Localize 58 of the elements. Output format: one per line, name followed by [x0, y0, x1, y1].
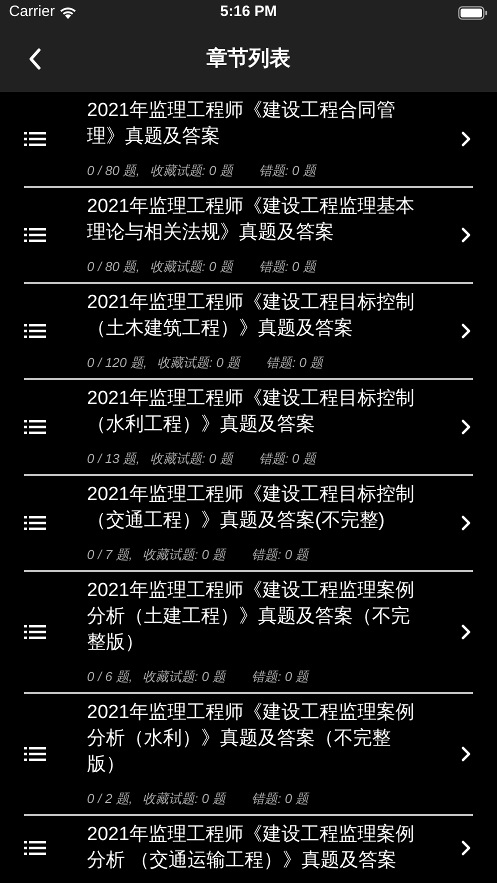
favorites-count: 收藏试题: 0 题 [150, 162, 233, 180]
favorites-count: 收藏试题: 0 题 [142, 546, 226, 564]
status-time: 5:16 PM [220, 2, 277, 22]
wrong-count: 错题: 0 题 [252, 546, 309, 564]
chapter-row[interactable]: 2021年监理工程师《建设工程监理案例分析（土建工程）》真题及答案（不完整版） 0 / 6 题, 收藏试题: 0 题 错题: 0 题 [0, 572, 497, 692]
wrong-count: 错题: 0 题 [266, 354, 324, 372]
chapter-title: 2021年监理工程师《建设工程目标控制（水利工程）》真题及答案 [87, 387, 416, 437]
chapter-row[interactable]: 2021年监理工程师《建设工程目标控制（交通工程）》真题及答案(不完整) 0 / 7 题, 收藏试题: 0 题 错题: 0 题 [0, 476, 497, 570]
chevron-right-icon [461, 131, 471, 147]
chapter-title: 2021年监理工程师《建设工程合同管理》真题及答案 [87, 99, 396, 149]
wifi-icon [58, 6, 77, 19]
progress-count: 0 / 6 题, [87, 668, 133, 686]
chapter-title: 2021年监理工程师《建设工程目标控制（土木建筑工程）》真题及答案 [87, 291, 416, 341]
chevron-right-icon [461, 840, 471, 856]
page-title: 章节列表 [206, 46, 290, 72]
chapter-row[interactable]: 2021年监理工程师《建设工程监理案例分析 （交通运输工程）》真题及答案 [0, 816, 497, 880]
list-icon [24, 625, 46, 639]
list-icon [24, 420, 46, 434]
wrong-count: 错题: 0 题 [258, 450, 316, 468]
wrong-count: 错题: 0 题 [258, 258, 316, 276]
chevron-right-icon [461, 746, 471, 762]
chevron-right-icon [461, 419, 471, 435]
progress-count: 0 / 80 题, [87, 162, 140, 180]
chapter-row[interactable]: 2021年监理工程师《建设工程监理基本理论与相关法规》真题及答案 0 / 80 题, 收藏试题: 0 题 错题: 0 题 [0, 188, 497, 282]
favorites-count: 收藏试题: 0 题 [150, 450, 233, 468]
wrong-count: 错题: 0 题 [258, 162, 316, 180]
progress-count: 0 / 120 题, [87, 354, 147, 372]
chapter-title: 2021年监理工程师《建设工程监理案例分析 （交通运输工程）》真题及答案 [87, 822, 416, 873]
chevron-right-icon [461, 515, 471, 531]
list-icon [24, 228, 46, 242]
favorites-count: 收藏试题: 0 题 [156, 354, 240, 372]
chapter-title: 2021年监理工程师《建设工程监理案例分析（水利）》真题及答案（不完整版） [87, 700, 416, 777]
chapter-title: 2021年监理工程师《建设工程监理案例分析（土建工程）》真题及答案（不完整版） [87, 578, 416, 655]
favorites-count: 收藏试题: 0 题 [142, 790, 226, 808]
progress-count: 0 / 2 题, [87, 790, 133, 808]
chapter-title: 2021年监理工程师《建设工程目标控制（交通工程）》真题及答案(不完整) [87, 483, 416, 533]
wrong-count: 错题: 0 题 [252, 790, 309, 808]
chapter-row[interactable]: 2021年监理工程师《建设工程目标控制（土木建筑工程）》真题及答案 0 / 120 题, 收藏试题: 0 题 错题: 0 题 [0, 284, 497, 378]
list-icon [24, 747, 46, 761]
chapter-row[interactable]: 2021年监理工程师《建设工程目标控制（水利工程）》真题及答案 0 / 13 题, 收藏试题: 0 题 错题: 0 题 [0, 380, 497, 474]
favorites-count: 收藏试题: 0 题 [150, 258, 233, 276]
chevron-right-icon [461, 323, 471, 339]
favorites-count: 收藏试题: 0 题 [142, 668, 226, 686]
chapter-row[interactable]: 2021年监理工程师《建设工程合同管理》真题及答案 0 / 80 题, 收藏试题: 0 题 错题: 0 题 [0, 92, 497, 186]
carrier-label: Carrier [9, 2, 55, 22]
chevron-right-icon [461, 227, 471, 243]
progress-count: 0 / 13 题, [87, 450, 140, 468]
progress-count: 0 / 7 题, [87, 546, 133, 564]
list-icon [24, 132, 46, 146]
chapter-title: 2021年监理工程师《建设工程监理基本理论与相关法规》真题及答案 [87, 195, 416, 245]
list-icon [24, 841, 46, 855]
battery-icon [458, 6, 488, 20]
list-icon [24, 324, 46, 338]
wrong-count: 错题: 0 题 [252, 668, 309, 686]
progress-count: 0 / 80 题, [87, 258, 140, 276]
chevron-right-icon [461, 624, 471, 640]
list-icon [24, 516, 46, 530]
chapter-row[interactable]: 2021年监理工程师《建设工程监理案例分析（水利）》真题及答案（不完整版） 0 / 2 题, 收藏试题: 0 题 错题: 0 题 [0, 694, 497, 814]
